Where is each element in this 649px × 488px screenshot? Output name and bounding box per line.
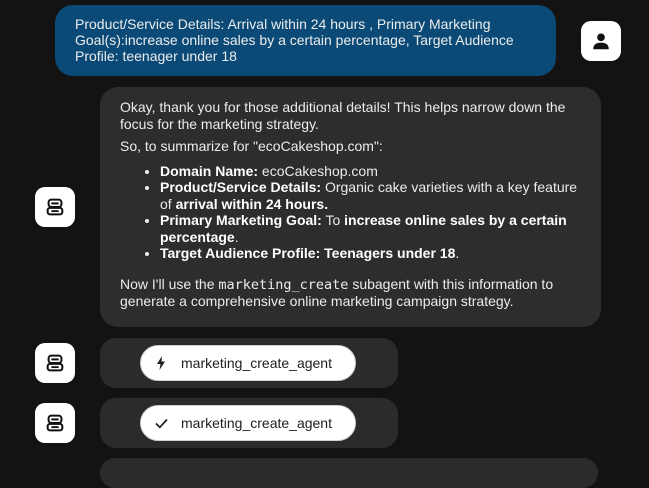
assistant-avatar — [35, 403, 75, 443]
next-message-bubble — [100, 458, 598, 488]
assistant-summary-lead: So, to summarize for "ecoCakeshop.com": — [120, 138, 383, 154]
robot-icon — [46, 414, 64, 432]
list-item: Product/Service Details: Organic cake va… — [160, 179, 581, 212]
lightning-icon — [141, 356, 181, 370]
assistant-message-bubble: Okay, thank you for those additional det… — [100, 87, 601, 327]
assistant-avatar — [35, 187, 75, 227]
user-avatar — [581, 21, 621, 61]
list-item: Target Audience Profile: Teenagers under… — [160, 245, 581, 262]
user-message-line: Product/Service Details: Arrival within … — [75, 16, 491, 32]
summary-list: Domain Name: ecoCakeshop.com Product/Ser… — [120, 163, 581, 262]
robot-icon — [46, 354, 64, 372]
list-item: Primary Marketing Goal: To increase onli… — [160, 212, 581, 245]
assistant-outro: Now I'll use the marketing_create subage… — [120, 275, 554, 310]
user-message-line: Profile: teenager under 18 — [75, 48, 237, 64]
list-item: Domain Name: ecoCakeshop.com — [160, 163, 581, 180]
inline-code: marketing_create — [218, 276, 349, 293]
agent-call-pill[interactable]: marketing_create_agent — [140, 405, 356, 441]
agent-call-label: marketing_create_agent — [181, 415, 332, 431]
robot-icon — [46, 198, 64, 216]
agent-call-label: marketing_create_agent — [181, 355, 332, 371]
user-message-bubble: Product/Service Details: Arrival within … — [55, 5, 556, 76]
user-icon — [593, 33, 609, 50]
checkmark-icon — [141, 418, 181, 429]
agent-call-pill[interactable]: marketing_create_agent — [140, 345, 356, 381]
agent-call-row: marketing_create_agent — [100, 338, 398, 388]
assistant-avatar — [35, 343, 75, 383]
agent-call-row: marketing_create_agent — [100, 398, 398, 448]
user-message-line: Goal(s):increase online sales by a certa… — [75, 32, 514, 48]
assistant-intro: Okay, thank you for those additional det… — [120, 99, 566, 132]
